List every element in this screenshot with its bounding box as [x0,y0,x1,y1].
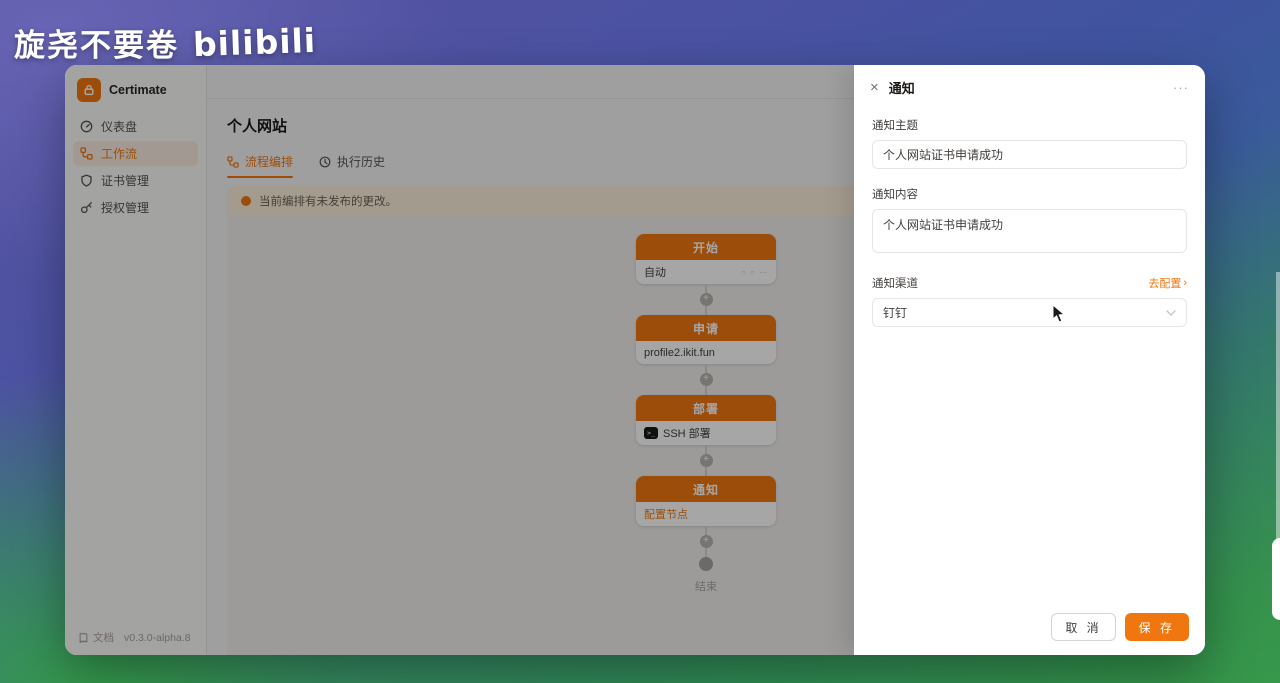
chevron-down-icon [1166,309,1176,316]
drawer-header: × 通知 ··· [854,65,1205,107]
subject-field-group: 通知主题 [872,117,1187,169]
configure-channel-link[interactable]: 去配置 › [1148,275,1187,291]
content-field-group: 通知内容 个人网站证书申请成功 [872,186,1187,258]
channel-field-group: 通知渠道 去配置 › 钉钉 [872,275,1187,327]
drawer-footer: 取 消 保 存 [854,601,1205,655]
close-icon[interactable]: × [870,80,879,95]
channel-selected-value: 钉钉 [883,306,908,320]
stream-watermark: 旋尧不要卷 bilibili [14,20,317,65]
drawer-backdrop[interactable] [65,65,854,655]
channel-select[interactable]: 钉钉 [872,298,1187,327]
chevron-right-icon: › [1183,277,1187,289]
drawer-body: 通知主题 通知内容 个人网站证书申请成功 通知渠道 去配置 › 钉钉 [854,107,1205,601]
drawer-title: 通知 [888,81,915,96]
cancel-button[interactable]: 取 消 [1051,613,1116,641]
content-textarea[interactable]: 个人网站证书申请成功 [872,209,1187,253]
notification-drawer: × 通知 ··· 通知主题 通知内容 个人网站证书申请成功 通知渠道 去配置 › [854,65,1205,655]
right-edge-window-corner [1272,538,1280,620]
more-menu-icon[interactable]: ··· [1173,80,1189,95]
mouse-cursor [1052,304,1066,323]
app-window: Certimate 仪表盘 工作流 证书管理 授权管理 文档 v0.3.0-al… [65,65,1205,655]
channel-label: 通知渠道 [872,278,918,290]
streamer-name: 旋尧不要卷 [14,28,179,63]
subject-label: 通知主题 [872,120,918,132]
subject-input[interactable] [872,140,1187,169]
configure-channel-label: 去配置 [1148,278,1182,290]
content-label: 通知内容 [872,189,918,201]
save-button[interactable]: 保 存 [1124,613,1189,641]
bilibili-logo: bilibili [192,20,317,65]
channel-label-row: 通知渠道 去配置 › [872,275,1187,291]
